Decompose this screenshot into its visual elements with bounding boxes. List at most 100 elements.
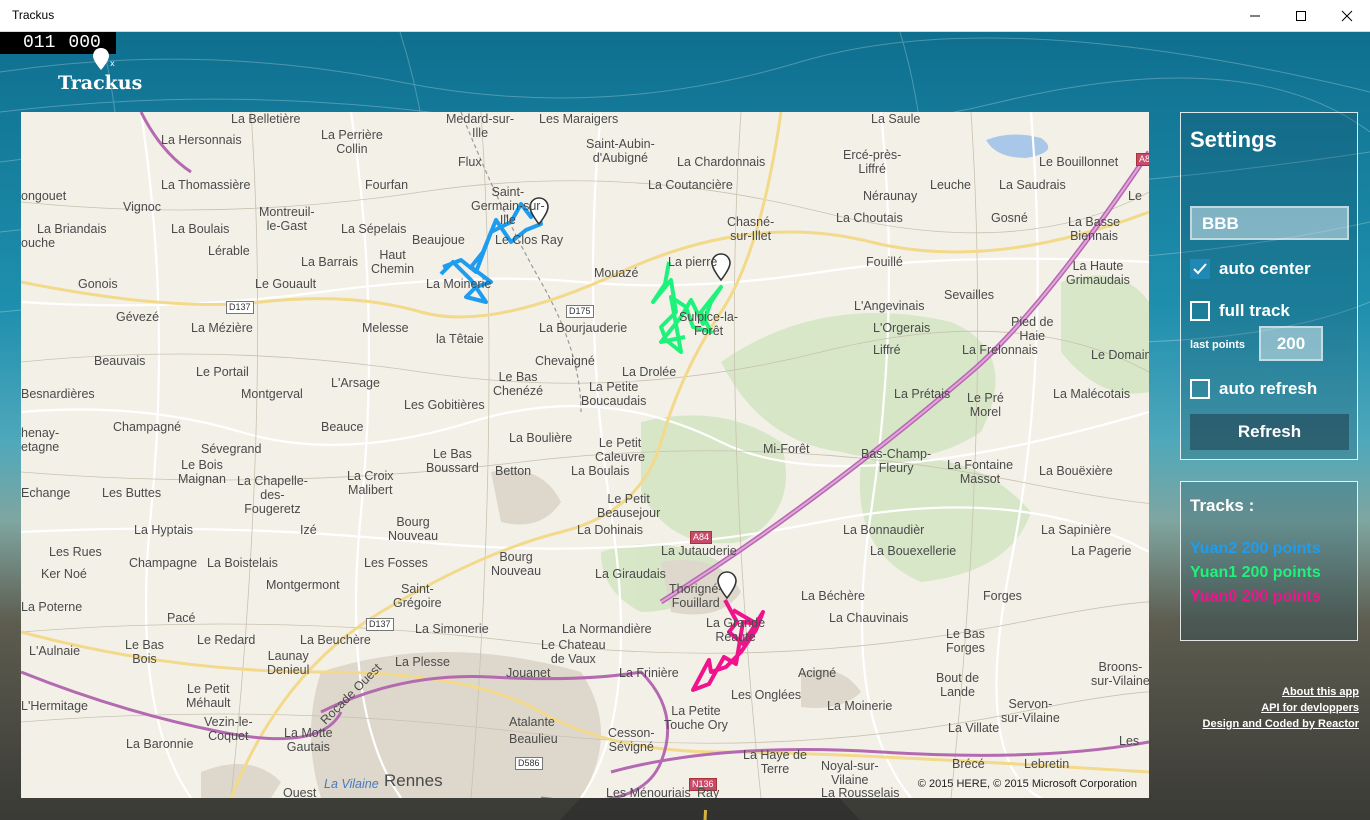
place-label: La Malécotais (1053, 387, 1131, 401)
place-label: La Moinerie (426, 277, 492, 291)
place-label: La Saule (871, 112, 921, 126)
place-label: L'Arsage (331, 376, 380, 390)
place-label: Melesse (362, 321, 409, 335)
map-view[interactable]: D137 D175 A84 D137 D586 N136 A84 La Bell… (21, 112, 1149, 798)
place-label: La Bonnaudièr (843, 523, 925, 537)
place-label: Atalante (509, 715, 555, 729)
place-label: La Rousselais (821, 786, 900, 798)
full-track-checkbox[interactable]: full track (1190, 301, 1290, 321)
close-icon (1341, 10, 1353, 22)
maximize-button[interactable] (1278, 0, 1324, 32)
place-label: Chasné- sur-Illet (727, 215, 775, 243)
place-label: Leuche (930, 178, 972, 192)
place-label: Jouanet (506, 666, 551, 680)
place-label: La Choutais (836, 211, 903, 225)
place-label: Le Petit Caleuvre (595, 436, 646, 464)
full-track-label: full track (1219, 301, 1290, 320)
place-label: La Fontaine Massot (947, 458, 1014, 486)
place-label: La Saudrais (999, 178, 1066, 192)
place-label: Beauvais (94, 354, 146, 368)
place-label: henay- etagne (21, 426, 60, 454)
place-label: La Plesse (395, 655, 450, 669)
place-label: Montgermont (266, 578, 340, 592)
counter-left: 011 (23, 33, 56, 53)
place-label: Rennes (384, 771, 443, 790)
place-label: La Villate (948, 721, 1000, 735)
tracks-title: Tracks : (1190, 496, 1255, 515)
close-button[interactable] (1324, 0, 1370, 32)
place-label: La Béchère (801, 589, 865, 603)
place-label: La Dohinais (577, 523, 644, 537)
place-label: ongouet (21, 189, 67, 203)
place-label: La Baronnie (126, 737, 194, 751)
place-label: Pied de Haie (1011, 315, 1054, 343)
place-label: la Têtaie (436, 332, 484, 346)
auto-refresh-checkbox[interactable]: auto refresh (1190, 379, 1317, 399)
minimize-button[interactable] (1232, 0, 1278, 32)
place-label: La Haye de Terre (743, 748, 807, 776)
api-link[interactable]: API for devloppers (1203, 700, 1359, 716)
place-label: Vezin-le- Coquet (204, 715, 253, 743)
place-label: Ercé-près- Liffré (843, 148, 902, 176)
place-label: Le Bouillonnet (1039, 155, 1119, 169)
place-label: La Petite Touche Ory (664, 704, 728, 732)
checkbox-unchecked-icon (1190, 301, 1210, 321)
maximize-icon (1296, 11, 1306, 21)
place-label: ouche (21, 236, 56, 250)
place-label: Mouazé (594, 266, 639, 280)
place-label: L'Hermitage (21, 699, 88, 713)
place-label: Ray (697, 786, 720, 798)
credits-link[interactable]: Design and Coded by Reactor (1203, 716, 1359, 732)
place-label: La Simonerie (415, 622, 489, 636)
place-label: La Hyptais (134, 523, 194, 537)
place-label: Le Petit Beausejour (597, 492, 661, 520)
place-label: L'Angevinais (854, 299, 925, 313)
place-label: Le Chateau de Vaux (541, 638, 606, 666)
place-label: Gonois (78, 277, 118, 291)
auto-center-label: auto center (1219, 259, 1311, 278)
device-name-input[interactable]: BBB (1190, 206, 1349, 240)
title-bar: Trackus (0, 0, 1370, 32)
place-label: Chevaigné (535, 354, 595, 368)
place-label: Sulpice-la- Forêt (679, 310, 739, 338)
last-points-input[interactable]: 200 (1259, 326, 1323, 361)
place-label: Ouest (283, 786, 317, 798)
place-label: L'Aulnaie (29, 644, 81, 658)
place-label: La Basse Biennais (1068, 215, 1121, 243)
place-label: Cesson- Sévigné (608, 726, 655, 754)
place-label: Servon- sur-Vilaine (1001, 697, 1060, 725)
road-shield: A84 (1136, 153, 1149, 166)
place-label: La Drolée (622, 365, 677, 379)
road-shield: A84 (690, 531, 713, 544)
track-item[interactable]: Yuan2 200 points (1190, 540, 1321, 558)
place-label: La Bourjauderie (539, 321, 628, 335)
place-label: La Boulais (571, 464, 630, 478)
place-label: Les Buttes (102, 486, 162, 500)
place-label: Bourg Nouveau (491, 550, 542, 578)
track-item[interactable]: Yuan1 200 points (1190, 564, 1321, 582)
place-label: Le Bois Maignan (178, 458, 226, 486)
auto-refresh-label: auto refresh (1219, 379, 1318, 398)
place-label: Besnardières (21, 387, 95, 401)
place-label: Les Onglées (731, 688, 802, 702)
auto-center-checkbox[interactable]: auto center (1190, 259, 1311, 279)
place-label: Launay Denieul (267, 649, 310, 677)
minimize-icon (1250, 15, 1260, 17)
checkbox-unchecked-icon (1190, 379, 1210, 399)
place-label: La Croix Malibert (347, 469, 394, 497)
place-label: Echange (21, 486, 71, 500)
about-link[interactable]: About this app (1203, 684, 1359, 700)
place-label: Le Bas Forges (946, 627, 985, 655)
checkbox-checked-icon (1190, 259, 1210, 279)
place-label: Saint- Grégoire (393, 582, 442, 610)
place-label: Acigné (798, 666, 837, 680)
place-label: Bourg Nouveau (388, 515, 439, 543)
track-item[interactable]: Yuan0 200 points (1190, 588, 1321, 606)
window-title: Trackus (12, 8, 55, 22)
place-label: Sevailles (944, 288, 995, 302)
place-label: Champagné (113, 420, 182, 434)
refresh-button[interactable]: Refresh (1190, 414, 1349, 450)
place-label: Gosné (991, 211, 1028, 225)
place-label: Le Bas Bois (125, 638, 164, 666)
place-label: La Prétais (894, 387, 951, 401)
